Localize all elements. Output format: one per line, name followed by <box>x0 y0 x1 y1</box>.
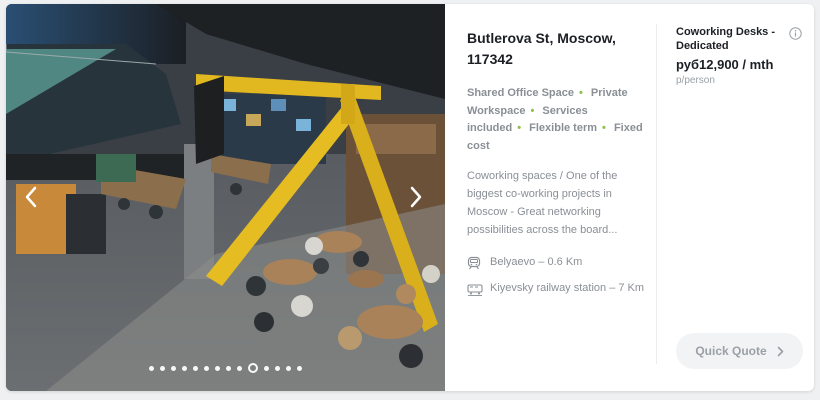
gallery-dot[interactable] <box>275 365 280 371</box>
info-icon[interactable] <box>789 27 802 45</box>
gallery-dot[interactable] <box>160 365 165 371</box>
column-divider <box>656 24 657 364</box>
gallery-dot[interactable] <box>226 365 231 371</box>
chevron-right-icon <box>410 186 422 208</box>
listing-details: Butlerova St, Moscow, 117342 Shared Offi… <box>467 4 649 391</box>
gallery-dot[interactable] <box>215 365 220 371</box>
gallery-dot[interactable] <box>171 365 176 371</box>
transport-metro: Belyaevo – 0.6 Km <box>467 255 649 275</box>
gallery-dot[interactable] <box>204 365 209 371</box>
photo-gallery[interactable] <box>6 4 445 391</box>
pricing-panel: Coworking Desks - Dedicated руб12,900 / … <box>676 25 806 87</box>
gallery-dot[interactable] <box>182 365 187 371</box>
feature-separator: • <box>579 87 583 99</box>
transport-train-text: Kiyevsky railway station – 7 Km <box>490 282 645 294</box>
feature-separator: • <box>517 122 522 134</box>
quick-quote-button[interactable]: Quick Quote <box>676 333 803 369</box>
quick-quote-label: Quick Quote <box>695 344 767 358</box>
listing-address[interactable]: Butlerova St, Moscow, 117342 <box>467 28 649 70</box>
gallery-dot[interactable] <box>286 365 291 371</box>
listing-card[interactable]: Butlerova St, Moscow, 117342 Shared Offi… <box>6 4 814 391</box>
price: руб12,900 / mth <box>676 57 774 72</box>
gallery-dot[interactable] <box>193 365 198 371</box>
feature-item: Shared Office Space <box>467 87 574 99</box>
feature-item: Flexible term <box>529 122 598 134</box>
chevron-left-icon <box>25 186 37 208</box>
train-icon <box>467 281 484 301</box>
transport-metro-text: Belyaevo – 0.6 Km <box>490 256 583 268</box>
gallery-dot[interactable] <box>149 365 154 371</box>
gallery-dot[interactable] <box>297 365 302 371</box>
gallery-pagination <box>6 363 445 373</box>
feature-list: Shared Office Space • Private Workspace • … <box>467 85 649 155</box>
listing-description: Coworking spaces / One of the biggest co… <box>467 170 618 236</box>
metro-icon <box>467 255 484 275</box>
chevron-right-icon <box>777 346 783 356</box>
gallery-prev-button[interactable] <box>16 182 46 212</box>
feature-separator: • <box>530 104 535 117</box>
price-unit: p/person <box>676 75 715 86</box>
transport-train: Kiyevsky railway station – 7 Km <box>467 281 649 301</box>
gallery-dot[interactable] <box>264 365 269 371</box>
feature-separator: • <box>602 122 606 134</box>
pricing-type: Coworking Desks - Dedicated <box>676 26 776 52</box>
coworking-photo <box>6 4 445 391</box>
gallery-next-button[interactable] <box>401 182 431 212</box>
gallery-dot[interactable] <box>248 363 258 373</box>
gallery-dot[interactable] <box>237 365 242 371</box>
